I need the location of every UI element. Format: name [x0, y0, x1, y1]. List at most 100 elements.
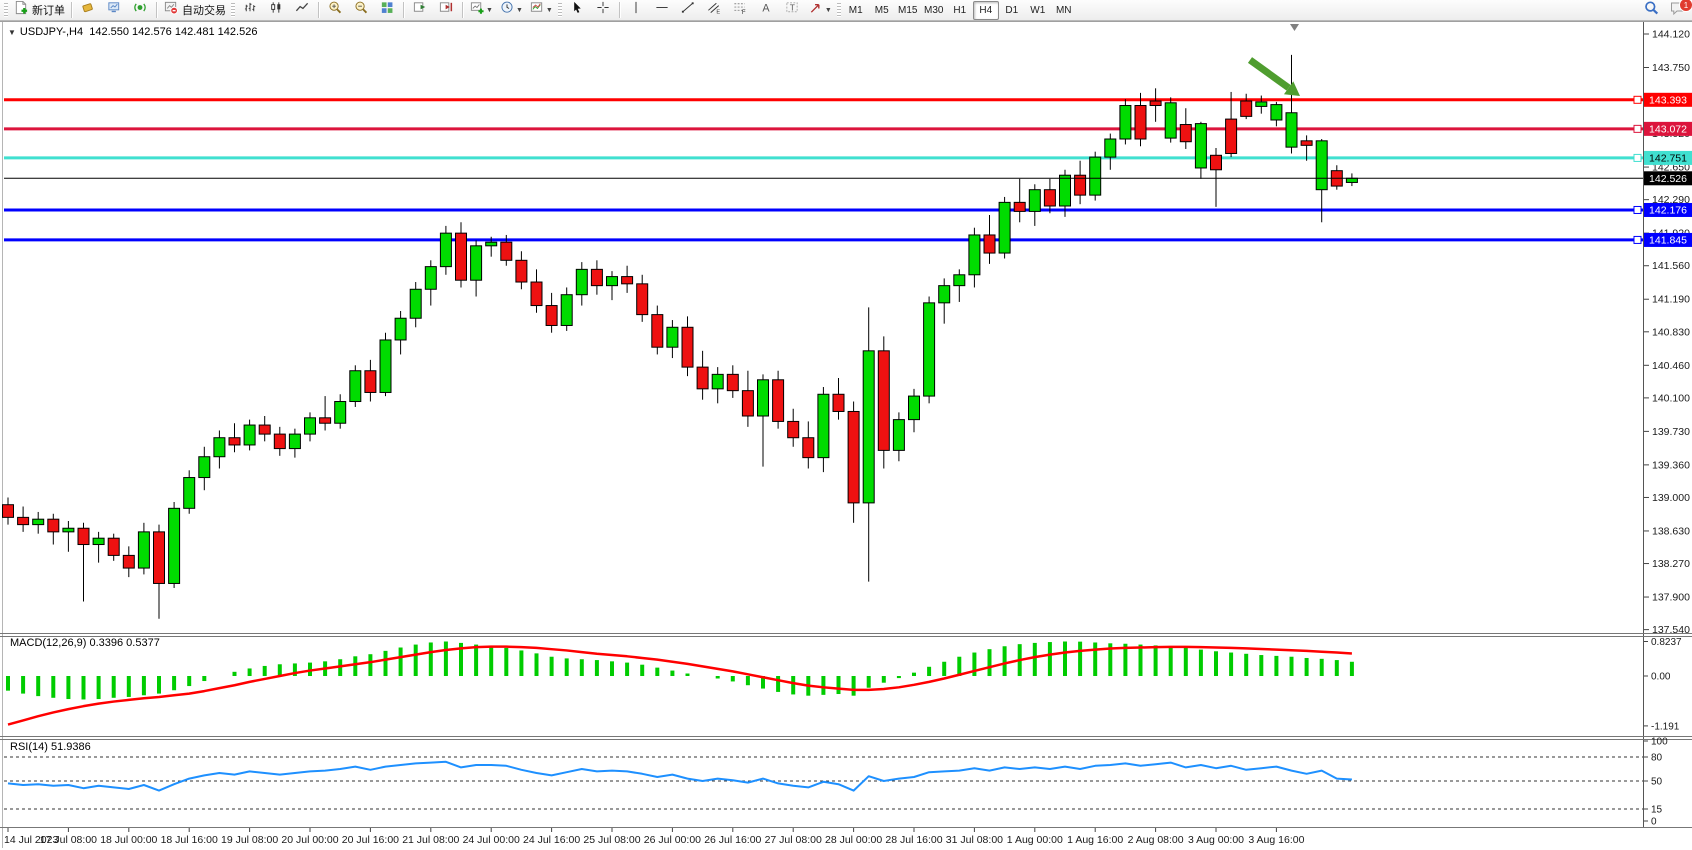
rsi-axis-label: 100: [1651, 737, 1668, 748]
rsi-indicator-label: RSI(14) 51.9386: [10, 741, 91, 753]
line-chart-button[interactable]: [289, 0, 315, 20]
chart-canvas[interactable]: 144.120143.750143.380143.020142.650142.2…: [0, 0, 1692, 850]
search-button[interactable]: [1638, 0, 1664, 20]
time-axis-label: 1 Aug 16:00: [1067, 834, 1123, 846]
auto-trading-icon: [163, 0, 179, 20]
rsi-axis-label: 50: [1651, 777, 1663, 788]
candle-body-bear: [229, 438, 240, 445]
auto-scroll-button[interactable]: [407, 0, 433, 20]
text-button[interactable]: A: [753, 0, 779, 20]
timeframe-h4-button[interactable]: H4: [973, 1, 999, 20]
price-axis-label: 137.900: [1652, 592, 1690, 604]
price-tag-label: 141.845: [1649, 234, 1687, 246]
candle-body-bear: [848, 411, 859, 502]
dropdown-caret-icon: ▼: [516, 7, 523, 14]
horizontal-line-icon: [654, 0, 670, 20]
candle-body-bear: [274, 434, 285, 448]
svg-text:F: F: [742, 9, 746, 15]
search-icon: [1643, 0, 1660, 21]
price-axis-label: 139.730: [1652, 426, 1690, 438]
candle-body-bull: [440, 233, 451, 266]
candle-body-bear: [637, 284, 648, 315]
rsi-axis-label: 0: [1651, 817, 1657, 828]
arrows-button[interactable]: ▼: [805, 0, 835, 20]
styler-button[interactable]: [75, 0, 101, 20]
timeframe-h1-button[interactable]: H1: [947, 1, 973, 20]
price-axis-label: 139.000: [1652, 492, 1690, 504]
timeframe-mn-button[interactable]: MN: [1051, 1, 1077, 20]
chart-shift-button[interactable]: [433, 0, 459, 20]
trendline-button[interactable]: [675, 0, 701, 20]
bar-chart-button[interactable]: [237, 0, 263, 20]
candle-body-bear: [320, 418, 331, 423]
toolbar-separator: [318, 2, 319, 18]
candle-body-bull: [939, 286, 950, 303]
hline-handle[interactable]: [1634, 206, 1641, 213]
price-axis-label: 140.460: [1652, 360, 1690, 372]
candle-body-bull: [1120, 106, 1131, 139]
timeframe-w1-button[interactable]: W1: [1025, 1, 1051, 20]
text-label-button[interactable]: T: [779, 0, 805, 20]
timeframe-m30-button[interactable]: M30: [921, 1, 947, 20]
zoom-out-button[interactable]: [348, 0, 374, 20]
add-indicator-icon: [469, 0, 485, 20]
candle-body-bear: [1211, 155, 1222, 169]
candle-body-bull: [1090, 157, 1101, 195]
auto-trading-label: 自动交易: [182, 2, 226, 18]
candle-body-bull: [1195, 124, 1206, 168]
candle-body-bear: [773, 380, 784, 422]
candle-body-bull: [199, 457, 210, 478]
toolbar-separator: [71, 2, 72, 18]
candle-body-bull: [486, 242, 497, 246]
periods-button[interactable]: ▼: [496, 0, 526, 20]
candle-body-bear: [591, 269, 602, 285]
candlestick-chart-button[interactable]: [263, 0, 289, 20]
price-tag-label: 143.072: [1649, 123, 1687, 135]
terminal-button[interactable]: [101, 0, 127, 20]
hline-handle[interactable]: [1634, 96, 1641, 103]
timeframe-m5-button[interactable]: M5: [869, 1, 895, 20]
horizontal-line-button[interactable]: [649, 0, 675, 20]
candle-body-bull: [169, 508, 180, 583]
timeframe-d1-button[interactable]: D1: [999, 1, 1025, 20]
cursor-button[interactable]: [564, 0, 590, 20]
crosshair-button[interactable]: [590, 0, 616, 20]
collapse-expander-icon[interactable]: ▼: [8, 28, 16, 37]
zoom-in-button[interactable]: [322, 0, 348, 20]
candle-body-bear: [652, 315, 663, 348]
new-order-button[interactable]: 新订单: [10, 0, 68, 20]
equidistant-channel-button[interactable]: E: [701, 0, 727, 20]
tile-windows-button[interactable]: [374, 0, 400, 20]
fibonacci-button[interactable]: F: [727, 0, 753, 20]
candle-body-bear: [682, 327, 693, 367]
candle-body-bull: [863, 351, 874, 503]
svg-text:A: A: [762, 2, 770, 14]
indicators-button[interactable]: ▼: [466, 0, 496, 20]
hline-handle[interactable]: [1634, 125, 1641, 132]
candle-body-bull: [1286, 113, 1297, 147]
notifications-button[interactable]: 1: [1664, 0, 1690, 20]
svg-text:E: E: [716, 10, 720, 15]
price-axis-label: 141.560: [1652, 260, 1690, 272]
hline-handle[interactable]: [1634, 236, 1641, 243]
mt4-terminal-window: { "toolbar": { "new_order_label": "新订单",…: [0, 0, 1692, 850]
candle-body-bear: [622, 277, 633, 284]
candle-body-bull: [1316, 141, 1327, 190]
price-tag-label: 142.176: [1649, 204, 1687, 216]
timeframe-m15-button[interactable]: M15: [895, 1, 921, 20]
auto-trading-button[interactable]: 自动交易: [160, 0, 229, 20]
signals-button[interactable]: [127, 0, 153, 20]
vertical-line-button[interactable]: [623, 0, 649, 20]
hline-handle[interactable]: [1634, 154, 1641, 161]
time-axis-label: 3 Aug 00:00: [1188, 834, 1244, 846]
time-axis-label: 25 Jul 08:00: [583, 834, 640, 846]
candle-body-bull: [969, 235, 980, 275]
candle-body-bull: [758, 380, 769, 416]
candle-body-bear: [259, 425, 270, 434]
timeframe-m1-button[interactable]: M1: [843, 1, 869, 20]
candle-body-bull: [954, 275, 965, 286]
time-axis-label: 19 Jul 08:00: [221, 834, 278, 846]
text-label-icon: T: [784, 0, 800, 20]
templates-button[interactable]: ▼: [526, 0, 556, 20]
channel-icon: E: [706, 0, 722, 20]
